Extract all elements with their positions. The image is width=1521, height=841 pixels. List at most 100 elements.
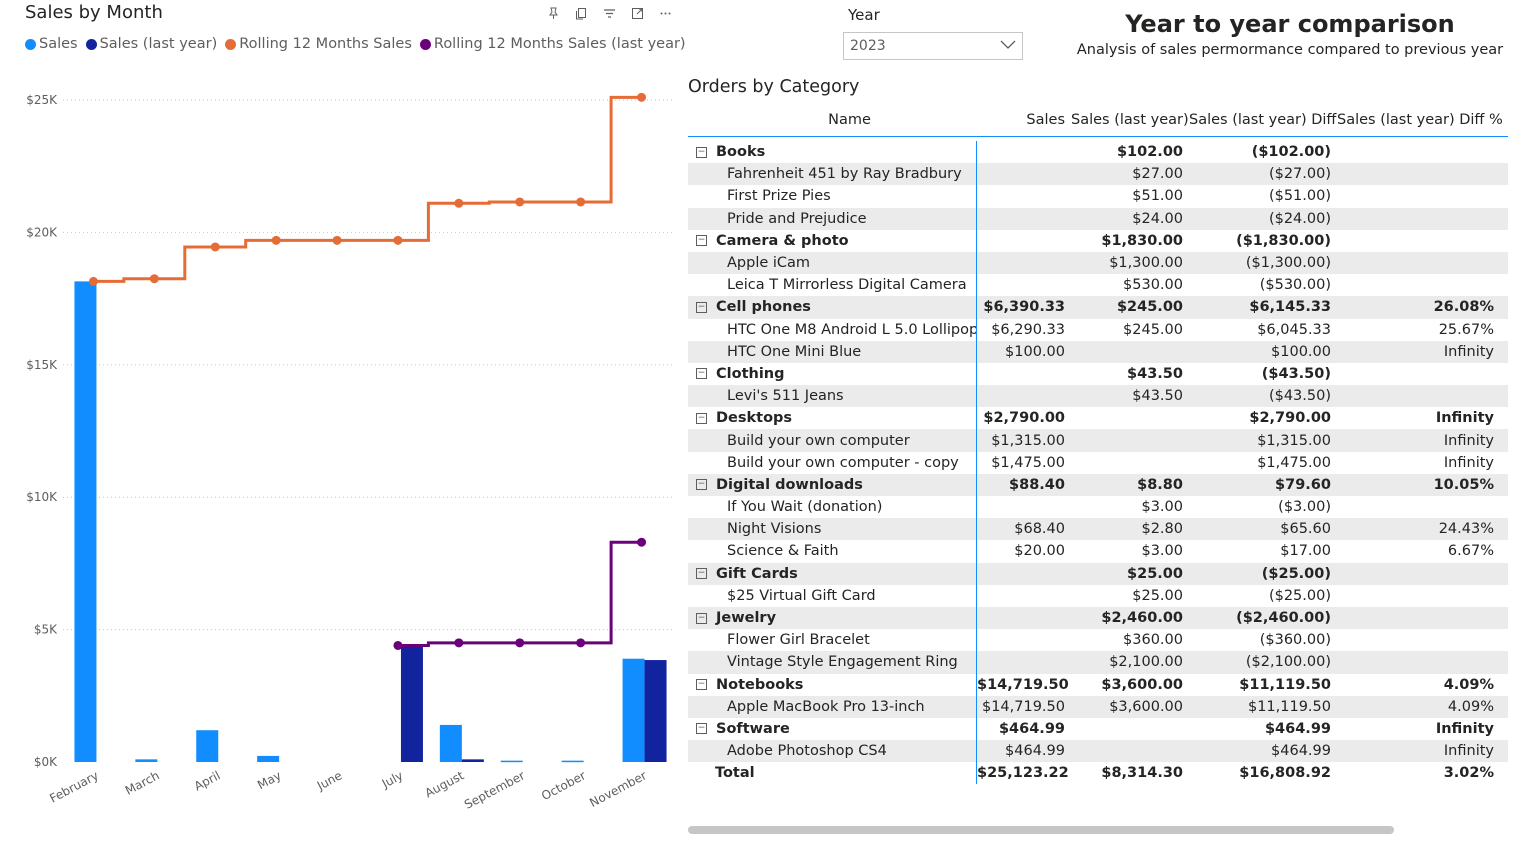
cell-sales: $88.40 <box>1009 476 1065 493</box>
product-row[interactable]: Pride and Prejudice $24.00 ($24.00) <box>688 207 1508 230</box>
more-options-icon[interactable] <box>656 4 674 22</box>
rolling-12-point[interactable] <box>393 235 403 245</box>
category-row[interactable]: − Notebooks $14,719.50 $3,600.00 $11,119.50 4… <box>688 673 1508 696</box>
sales-last-year-bar[interactable] <box>400 645 423 762</box>
sales-bar[interactable] <box>500 760 523 763</box>
rolling-12-last-year-point[interactable] <box>637 537 647 547</box>
product-row[interactable]: Levi's 511 Jeans $43.50 ($43.50) <box>688 385 1508 408</box>
product-row[interactable]: Apple iCam $1,300.00 ($1,300.00) <box>688 251 1508 275</box>
sales-bar[interactable] <box>439 724 462 762</box>
sales-bar[interactable] <box>196 730 219 762</box>
sales-bar[interactable] <box>74 281 97 762</box>
copy-icon[interactable] <box>572 4 590 22</box>
category-row[interactable]: − Clothing $43.50 ($43.50) <box>688 362 1508 386</box>
row-name-cell: Pride and Prejudice <box>688 207 977 230</box>
column-header-name[interactable]: Name <box>688 104 977 136</box>
rolling-12-point[interactable] <box>271 235 281 245</box>
cell-diff: ($2,460.00) <box>1236 610 1331 627</box>
rolling-12-last-year-point[interactable] <box>393 640 403 650</box>
sales-bar[interactable] <box>561 760 584 763</box>
collapse-icon[interactable]: − <box>696 146 707 158</box>
horizontal-scrollbar[interactable] <box>688 826 1394 834</box>
collapse-icon[interactable]: − <box>696 368 707 380</box>
filter-icon[interactable] <box>600 4 618 22</box>
product-row[interactable]: Build your own computer $1,315.00 $1,315.0… <box>688 429 1508 452</box>
sales-bar[interactable] <box>135 759 158 762</box>
cell-diff: ($27.00) <box>1268 166 1331 183</box>
column-header-diff-pct[interactable]: Sales (last year) Diff % <box>1337 112 1508 128</box>
cell-diff: $11,119.50 <box>1247 698 1331 715</box>
legend-item-rolling-12-last-year[interactable]: Rolling 12 Months Sales (last year) <box>419 36 686 52</box>
sales-last-year-bar[interactable] <box>644 660 667 762</box>
column-header-sales-last-year[interactable]: Sales (last year) <box>1071 112 1189 128</box>
orders-by-category-matrix: Name Sales Sales (last year) Sales (last… <box>688 104 1508 785</box>
collapse-icon[interactable]: − <box>696 568 707 580</box>
row-name: Software <box>716 720 790 737</box>
cell-sales: $2,790.00 <box>983 410 1065 427</box>
rolling-12-last-year-point[interactable] <box>515 638 525 648</box>
legend-item-rolling-12[interactable]: Rolling 12 Months Sales <box>225 36 412 52</box>
product-row[interactable]: Leica T Mirrorless Digital Camera $530.00… <box>688 274 1508 297</box>
collapse-icon[interactable]: − <box>696 679 707 691</box>
rolling-12-last-year-point[interactable] <box>454 638 464 648</box>
category-row[interactable]: − Books $102.00 ($102.00) <box>688 141 1508 164</box>
legend-item-sales-last-year[interactable]: Sales (last year) <box>85 36 217 52</box>
rolling-12-point[interactable] <box>576 197 586 207</box>
sales-by-month-chart[interactable]: $0K $5K $10K $15K $20K $25K February March April… <box>0 0 686 841</box>
rolling-12-point[interactable] <box>88 276 98 286</box>
rolling-12-point[interactable] <box>332 235 342 245</box>
product-row[interactable]: $25 Virtual Gift Card $25.00 ($25.00) <box>688 584 1508 607</box>
rolling-12-last-year-point[interactable] <box>576 638 586 648</box>
matrix-header-row: Name Sales Sales (last year) Sales (last… <box>688 104 1508 137</box>
sales-bar[interactable] <box>257 755 280 762</box>
focus-mode-icon[interactable] <box>628 4 646 22</box>
legend-label: Sales <box>39 36 78 52</box>
category-row[interactable]: − Desktops $2,790.00 $2,790.00 Infinity <box>688 407 1508 430</box>
collapse-icon[interactable]: − <box>696 723 707 735</box>
product-row[interactable]: HTC One Mini Blue $100.00 $100.00 Infinity <box>688 340 1508 363</box>
collapse-icon[interactable]: − <box>696 479 707 491</box>
row-name-cell: Vintage Style Engagement Ring <box>688 651 977 674</box>
row-name: Books <box>716 144 766 161</box>
category-row[interactable]: − Camera & photo $1,830.00 ($1,830.00) <box>688 229 1508 252</box>
rolling-12-point[interactable] <box>454 198 464 208</box>
product-row[interactable]: Build your own computer - copy $1,475.00 $… <box>688 451 1508 474</box>
cell-sales-last-year: $245.00 <box>1123 321 1183 338</box>
product-row[interactable]: HTC One M8 Android L 5.0 Lollipop $6,290.… <box>688 318 1508 341</box>
collapse-icon[interactable]: − <box>696 235 707 247</box>
chevron-down-icon <box>1000 38 1016 54</box>
product-row[interactable]: Vintage Style Engagement Ring $2,100.00 ($… <box>688 651 1508 674</box>
collapse-icon[interactable]: − <box>696 412 707 424</box>
product-row[interactable]: Night Visions $68.40 $2.80 $65.60 24.43% <box>688 518 1508 541</box>
rolling-12-point[interactable] <box>149 274 159 284</box>
legend-item-sales[interactable]: Sales <box>25 36 78 52</box>
category-row[interactable]: − Jewelry $2,460.00 ($2,460.00) <box>688 606 1508 630</box>
column-header-sales[interactable]: Sales <box>977 112 1071 128</box>
category-row[interactable]: − Gift Cards $25.00 ($25.00) <box>688 562 1508 585</box>
sales-last-year-bar[interactable] <box>461 759 484 762</box>
product-row[interactable]: If You Wait (donation) $3.00 ($3.00) <box>688 496 1508 519</box>
product-row[interactable]: Fahrenheit 451 by Ray Bradbury $27.00 ($27… <box>688 163 1508 186</box>
rolling-12-point[interactable] <box>637 92 647 102</box>
category-row[interactable]: − Cell phones $6,390.33 $245.00 $6,145.33 26.… <box>688 296 1508 319</box>
rolling-12-point[interactable] <box>210 242 220 252</box>
product-row[interactable]: First Prize Pies $51.00 ($51.00) <box>688 185 1508 208</box>
column-header-diff[interactable]: Sales (last year) Diff <box>1189 112 1337 128</box>
sales-bar[interactable] <box>622 658 645 762</box>
rolling-12-point[interactable] <box>515 197 525 207</box>
pin-icon[interactable] <box>544 4 562 22</box>
category-row[interactable]: − Software $464.99 $464.99 Infinity <box>688 717 1508 741</box>
category-row[interactable]: − Digital downloads $88.40 $8.80 $79.60 10.05… <box>688 473 1508 496</box>
year-slicer-label: Year <box>848 6 880 24</box>
product-row[interactable]: Science & Faith $20.00 $3.00 $17.00 6.67% <box>688 540 1508 563</box>
product-row[interactable]: Apple MacBook Pro 13-inch $14,719.50 $3,60… <box>688 695 1508 718</box>
collapse-icon[interactable]: − <box>696 612 707 624</box>
cell-diff-pct: Infinity <box>1435 410 1494 427</box>
product-row[interactable]: Adobe Photoshop CS4 $464.99 $464.99 Infinit… <box>688 740 1508 763</box>
row-name-cell: Leica T Mirrorless Digital Camera <box>688 274 977 297</box>
product-row[interactable]: Flower Girl Bracelet $360.00 ($360.00) <box>688 629 1508 652</box>
row-name-cell: Night Visions <box>688 518 977 541</box>
cell-diff: $6,045.33 <box>1257 321 1331 338</box>
collapse-icon[interactable]: − <box>696 301 707 313</box>
year-dropdown[interactable]: 2023 <box>843 32 1023 60</box>
